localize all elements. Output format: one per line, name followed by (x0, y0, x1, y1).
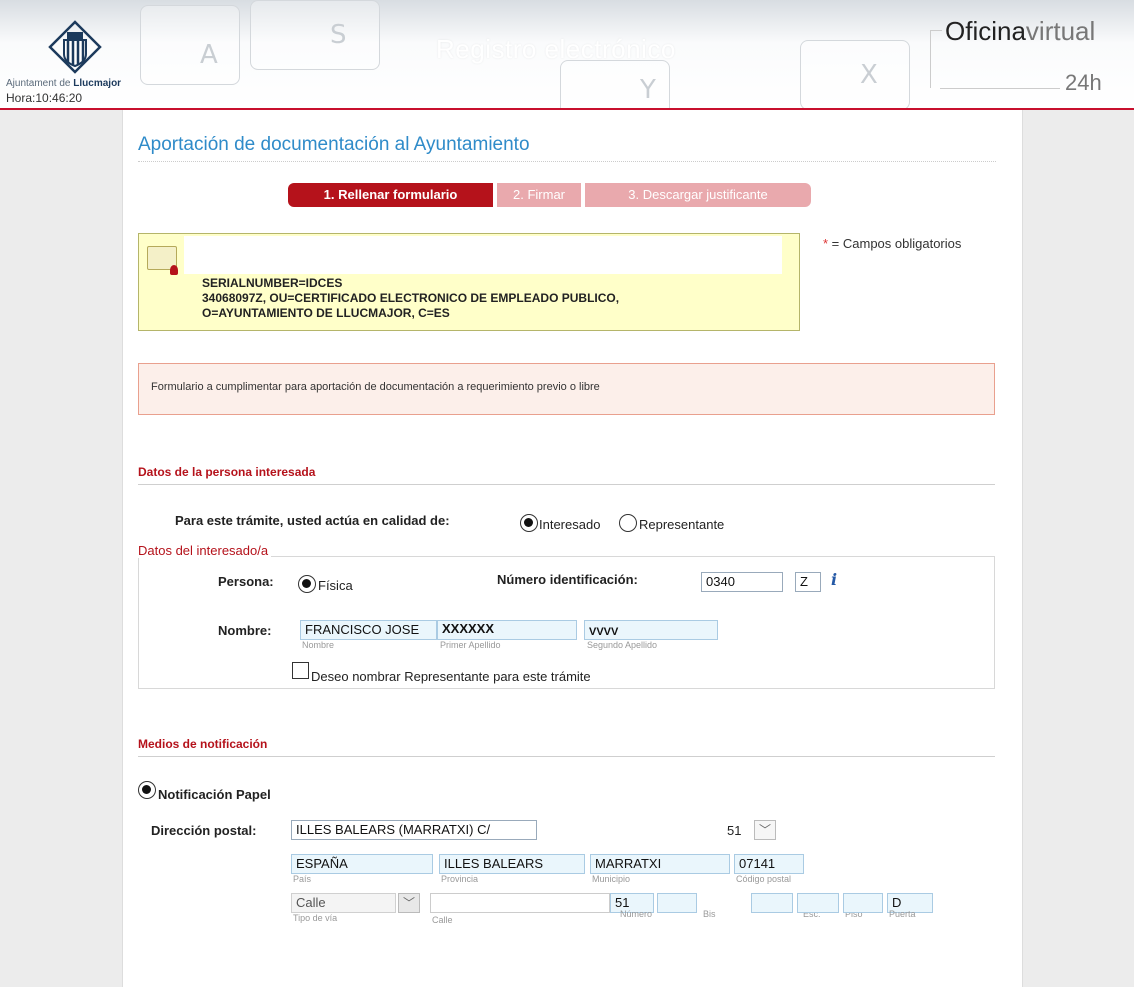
nombre-input[interactable]: FRANCISCO JOSE (300, 620, 437, 640)
radio-interesado[interactable] (520, 514, 538, 532)
address-input[interactable]: ILLES BALEARS (MARRATXI) C/ (291, 820, 537, 840)
radio-persona-fisica-label: Física (318, 578, 353, 593)
tipo-via-dropdown-button[interactable]: ﹀ (398, 893, 420, 913)
municipio-hint: Municipio (592, 874, 631, 884)
radio-notificacion-papel-label: Notificación Papel (158, 787, 271, 802)
provincia-hint: Provincia (441, 874, 479, 884)
section-title-notificacion: Medios de notificación (138, 737, 995, 757)
municipio-input[interactable]: MARRATXI (590, 854, 730, 874)
esc-input[interactable] (751, 893, 793, 913)
info-icon[interactable]: i (831, 570, 837, 589)
certificate-icon (147, 246, 178, 275)
calle-hint: Calle (432, 915, 453, 925)
municipality-shield-logo (48, 20, 102, 74)
form-panel: Aportación de documentación al Ayuntamie… (122, 110, 1023, 987)
extra-input[interactable] (843, 893, 883, 913)
form-info-notice: Formulario a cumplimentar para aportació… (138, 363, 995, 415)
municipality-name: Ajuntament de Llucmajor (6, 78, 122, 89)
codigo-postal-input[interactable]: 07141 (734, 854, 804, 874)
role-question: Para este trámite, usted actúa en calida… (175, 513, 450, 528)
brand-frame-line (930, 30, 942, 88)
primer-apellido-hint: Primer Apellido (440, 640, 501, 650)
id-number-label: Número identificación: (497, 572, 638, 587)
radio-representante[interactable] (619, 514, 637, 532)
address-number: 51 (727, 823, 742, 838)
radio-interesado-label: Interesado (539, 517, 601, 532)
address-dropdown-button[interactable]: ﹀ (754, 820, 776, 840)
segundo-apellido-hint: Segundo Apellido (587, 640, 658, 650)
step-download-receipt[interactable]: 3. Descargar justificante (585, 183, 811, 207)
tipo-via-select[interactable]: Calle (291, 893, 396, 913)
certificate-line: O=AYUNTAMIENTO DE LLUCMAJOR, C=ES (202, 306, 450, 320)
certificate-box: SERIALNUMBER=IDCES 34068097Z, OU=CERTIFI… (138, 233, 800, 331)
id-letter-input[interactable]: Z (795, 572, 821, 592)
pais-hint: País (293, 874, 312, 884)
primer-apellido-input[interactable]: XXXXXX (437, 620, 577, 640)
wizard-steps: 1. Rellenar formulario 2. Firmar 3. Desc… (288, 183, 811, 207)
clock: Hora:10:46:20 (6, 91, 83, 105)
certificate-line: SERIALNUMBER=IDCES (202, 276, 343, 290)
numero-hint: Número (620, 909, 653, 919)
representante-checkbox-label: Deseo nombrar Representante para este tr… (311, 669, 591, 684)
required-fields-note: * = Campos obligatorios (823, 236, 962, 251)
segundo-apellido-input[interactable]: VVVV (584, 620, 718, 640)
bis-input[interactable] (657, 893, 697, 913)
nombre-label: Nombre: (218, 623, 272, 638)
step-sign[interactable]: 2. Firmar (497, 183, 581, 207)
header-title: Registro electrónico (436, 34, 676, 64)
fieldset-legend: Datos del interesado/a (138, 543, 272, 558)
codigo-postal-hint: Código postal (736, 874, 792, 884)
radio-representante-label: Representante (639, 517, 725, 532)
radio-persona-fisica[interactable] (298, 575, 316, 593)
keyboard-letter-decoration: S (330, 20, 347, 50)
piso-input[interactable] (797, 893, 839, 913)
provincia-input[interactable]: ILLES BALEARS (439, 854, 585, 874)
keyboard-letter-decoration: A (200, 40, 218, 70)
keyboard-letter-decoration: X (860, 60, 878, 90)
bis-hint: Bis (703, 909, 716, 919)
calle-input[interactable] (430, 893, 610, 913)
keyboard-key-decoration (140, 5, 240, 85)
brand-24h: 24h (1065, 70, 1102, 95)
site-header: A S X Y Ajuntament de Llucmajor Hora:10:… (0, 0, 1134, 110)
keyboard-key-decoration (250, 0, 380, 70)
page-title: Aportación de documentación al Ayuntamie… (138, 134, 996, 162)
keyboard-key-decoration (800, 40, 910, 108)
certificate-details: SERIALNUMBER=IDCES 34068097Z, OU=CERTIFI… (202, 276, 782, 321)
puerta-hint: Puerta (889, 909, 916, 919)
representante-checkbox[interactable] (292, 662, 309, 679)
brand-oficina-virtual: Oficinavirtual (945, 16, 1096, 46)
persona-label: Persona: (218, 574, 274, 589)
certificate-header-field (184, 236, 782, 274)
keyboard-letter-decoration: Y (640, 75, 656, 105)
brand-frame-line (940, 88, 1060, 89)
nombre-hint: Nombre (302, 640, 335, 650)
section-title-interesado: Datos de la persona interesada (138, 465, 995, 485)
id-number-input[interactable]: 0340 (701, 572, 783, 592)
radio-notificacion-papel[interactable] (138, 781, 156, 799)
tipo-via-hint: Tipo de vía (293, 913, 338, 923)
pais-input[interactable]: ESPAÑA (291, 854, 433, 874)
step-fill-form[interactable]: 1. Rellenar formulario (288, 183, 493, 207)
address-label: Dirección postal: (151, 823, 257, 838)
certificate-line: 34068097Z, OU=CERTIFICADO ELECTRONICO DE… (202, 291, 620, 305)
